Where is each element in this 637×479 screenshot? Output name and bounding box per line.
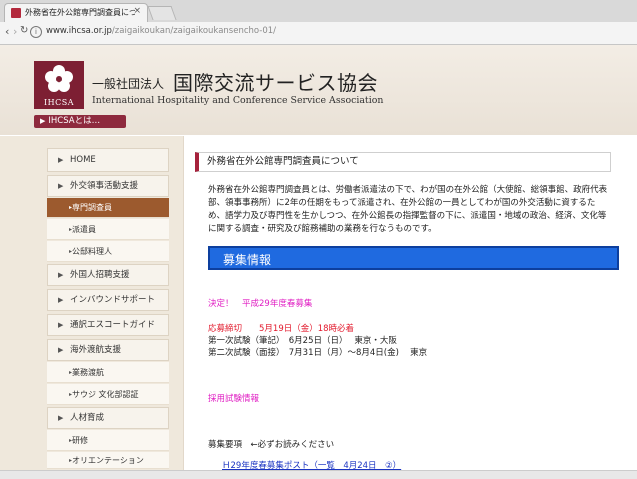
sidebar-item-label: 専門調査員 — [72, 203, 112, 212]
sidebar-item-label: 派遣員 — [72, 225, 96, 234]
sidebar-item-foreign-invitation[interactable]: ▶ 外国人招聘支援 — [47, 264, 169, 286]
sidebar-item-business-travel[interactable]: ▸ 業務渡航 — [47, 362, 169, 383]
sidebar-item-label: サウジ 文化部認証 — [72, 390, 139, 399]
application-deadline: 応募締切 5月19日（金）18時必着 — [208, 324, 355, 334]
logo-text: IHCSA — [43, 98, 74, 107]
triangle-right-icon: ▸ — [69, 248, 73, 255]
requirements-note: 募集要項 ←必ずお読みください — [208, 440, 335, 450]
sidebar-item-label: HOME — [70, 155, 96, 165]
forward-arrow-icon[interactable]: › — [13, 25, 17, 38]
recruitment-header: 募集情報 — [208, 246, 619, 270]
triangle-right-icon: ▶ — [40, 117, 46, 125]
sidebar-item-label: 外交領事活動支援 — [70, 181, 139, 191]
triangle-right-icon: ▸ — [69, 391, 73, 398]
triangle-right-icon: ▸ — [69, 457, 73, 464]
sidebar-item-label: 人材育成 — [70, 413, 105, 423]
first-exam-schedule: 第一次試験（筆記） 6月25日（日） 東京・大阪 — [208, 336, 397, 346]
url-host: www.ihcsa.or.jp — [46, 26, 112, 36]
triangle-right-icon: ▸ — [69, 226, 73, 233]
sidebar-item-saudi-certification[interactable]: ▸ サウジ 文化部認証 — [47, 384, 169, 405]
tab-title: 外務省在外公館専門調査員につ — [25, 8, 135, 17]
triangle-right-icon: ▸ — [69, 437, 73, 444]
browser-tab-bar: 外務省在外公館専門調査員につ × — [0, 0, 637, 22]
triangle-right-icon: ▶ — [58, 296, 64, 304]
sidebar-item-label: 海外渡航支援 — [70, 345, 122, 355]
sidebar-item-label: 公邸料理人 — [72, 247, 112, 256]
org-name-english: International Hospitality and Conference… — [92, 95, 384, 106]
address-bar[interactable]: i www.ihcsa.or.jp/zaigaikoukan/zaigaikou… — [30, 25, 630, 40]
site-header: IHCSA 一般社団法人 国際交流サービス協会 International Ho… — [0, 45, 637, 135]
back-arrow-icon[interactable]: ‹ — [5, 25, 9, 38]
reload-icon[interactable]: ↻ — [20, 25, 28, 36]
site-favicon-icon — [11, 8, 21, 18]
hiring-exam-info-link[interactable]: 採用試験情報 — [208, 392, 259, 404]
tab-close-icon[interactable]: × — [133, 6, 141, 16]
sidebar-item-interpreter-guide[interactable]: ▶ 通訳エスコートガイド — [47, 314, 169, 336]
sidebar-item-dispatch-staff[interactable]: ▸ 派遣員 — [47, 219, 169, 240]
triangle-right-icon: ▶ — [58, 321, 64, 329]
sidebar-item-label: 業務渡航 — [72, 368, 104, 377]
triangle-right-icon: ▶ — [58, 271, 64, 279]
second-exam-schedule: 第二次試験（面接） 7月31日（月）～8月4日(金) 東京 — [208, 348, 428, 358]
new-tab-button[interactable] — [147, 6, 177, 20]
sidebar-item-residence-chef[interactable]: ▸ 公邸料理人 — [47, 241, 169, 262]
recruitment-title: 募集情報 — [223, 253, 272, 267]
org-prefix: 一般社団法人 — [92, 77, 165, 91]
sidebar-item-diplomatic-support[interactable]: ▶ 外交領事活動支援 — [47, 175, 169, 197]
sidebar-item-hr-development[interactable]: ▶ 人材育成 — [47, 407, 169, 429]
sidebar-item-label: 通訳エスコートガイド — [70, 320, 156, 330]
url-path: /zaigaikoukan/zaigaikoukansencho-01/ — [111, 26, 277, 36]
sidebar-item-label: 研修 — [72, 436, 88, 445]
sidebar-item-label: インバウンドサポート — [70, 295, 156, 305]
content-divider — [183, 136, 184, 478]
about-ihcsa-label: IHCSAとは… — [48, 116, 101, 126]
triangle-right-icon: ▶ — [58, 156, 64, 164]
ihcsa-logo[interactable]: IHCSA — [34, 61, 84, 109]
triangle-right-icon: ▸ — [69, 369, 73, 376]
page-title: 外務省在外公館専門調査員について — [195, 152, 611, 172]
org-name: 国際交流サービス協会 — [173, 71, 378, 95]
triangle-right-icon: ▶ — [58, 414, 64, 422]
about-ihcsa-button[interactable]: ▶ IHCSAとは… — [34, 115, 126, 128]
decision-notice: 決定！ 平成29年度春募集 — [208, 299, 313, 309]
sidebar-item-inbound-support[interactable]: ▶ インバウンドサポート — [47, 289, 169, 311]
sidebar-item-specialist-researcher[interactable]: ▸ 専門調査員 — [47, 198, 169, 218]
intro-paragraph: 外務省在外公館専門調査員とは、労働者派遣法の下で、わが国の在外公館（大使館、総領… — [208, 185, 608, 234]
browser-toolbar: ‹ › ↻ i www.ihcsa.or.jp/zaigaikoukan/zai… — [0, 22, 637, 45]
plum-blossom-icon — [45, 65, 73, 92]
triangle-right-icon: ▸ — [69, 204, 73, 211]
page-info-icon[interactable]: i — [30, 26, 42, 38]
sidebar-item-orientation[interactable]: ▸ オリエンテーション — [47, 452, 169, 469]
sidebar-item-label: オリエンテーション — [72, 456, 144, 465]
browser-tab[interactable]: 外務省在外公館専門調査員につ × — [4, 3, 148, 22]
sidebar-item-overseas-travel[interactable]: ▶ 海外渡航支援 — [47, 339, 169, 361]
url-text: www.ihcsa.or.jp/zaigaikoukan/zaigaikouka… — [46, 26, 276, 36]
triangle-right-icon: ▶ — [58, 182, 64, 190]
sidebar-item-training[interactable]: ▸ 研修 — [47, 430, 169, 451]
sidebar-item-label: 外国人招聘支援 — [70, 270, 130, 280]
sidebar-item-home[interactable]: ▶ HOME — [47, 148, 169, 172]
triangle-right-icon: ▶ — [58, 346, 64, 354]
